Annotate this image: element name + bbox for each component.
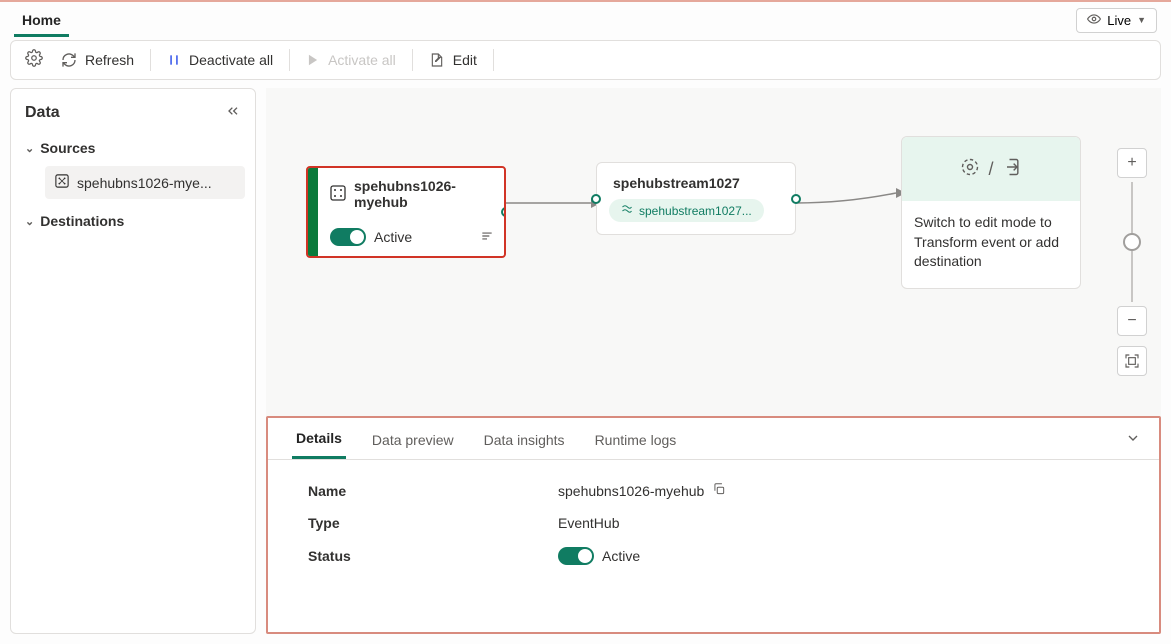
eventhub-icon — [55, 174, 69, 191]
prop-type-value: EventHub — [558, 515, 619, 531]
chevron-down-icon: ▼ — [1137, 15, 1146, 25]
refresh-icon — [61, 52, 77, 68]
collapse-panel-icon[interactable] — [1125, 430, 1141, 449]
refresh-button[interactable]: Refresh — [49, 46, 146, 74]
live-label: Live — [1107, 13, 1131, 28]
active-label: Active — [374, 229, 412, 245]
sources-section[interactable]: ⌄ Sources — [21, 132, 245, 164]
collapse-sidebar-icon[interactable] — [225, 103, 241, 122]
zoom-in-button[interactable]: + — [1117, 148, 1147, 178]
sidebar-title: Data — [25, 104, 60, 122]
destinations-label: Destinations — [40, 213, 124, 229]
graph-canvas[interactable]: spehubns1026-myehub Active — [266, 88, 1161, 634]
destinations-section[interactable]: ⌄ Destinations — [21, 205, 245, 237]
divider — [412, 49, 413, 71]
command-bar: Refresh Deactivate all Activate all Edit — [10, 40, 1161, 80]
live-dropdown[interactable]: Live ▼ — [1076, 8, 1157, 33]
refresh-label: Refresh — [85, 52, 134, 68]
zoom-controls: + − — [1117, 148, 1147, 376]
tab-data-insights[interactable]: Data insights — [480, 420, 569, 458]
tab-details[interactable]: Details — [292, 418, 346, 459]
divider — [150, 49, 151, 71]
prop-name-label: Name — [308, 483, 558, 499]
divider — [493, 49, 494, 71]
output-port[interactable] — [501, 207, 506, 217]
fit-view-button[interactable] — [1117, 346, 1147, 376]
source-node-title: spehubns1026-myehub — [354, 178, 494, 210]
source-item-label: spehubns1026-mye... — [77, 175, 212, 191]
settings-button[interactable] — [19, 45, 49, 76]
eye-icon — [1087, 12, 1101, 29]
slash: / — [988, 159, 993, 180]
stream-pill-label: spehubstream1027... — [639, 204, 752, 218]
stream-node[interactable]: spehubstream1027 spehubstream1027... — [596, 162, 796, 235]
deactivate-label: Deactivate all — [189, 52, 273, 68]
copy-icon[interactable] — [712, 482, 726, 499]
data-sidebar: Data ⌄ Sources spehubns1026-mye... ⌄ Des… — [10, 88, 256, 634]
deactivate-all-button[interactable]: Deactivate all — [155, 46, 285, 74]
prop-status-value: Active — [602, 548, 640, 564]
sources-label: Sources — [40, 140, 95, 156]
chevron-down-icon: ⌄ — [25, 142, 34, 155]
chevron-down-icon: ⌄ — [25, 215, 34, 228]
export-icon — [1002, 157, 1022, 182]
activate-all-button: Activate all — [294, 46, 408, 74]
zoom-out-button[interactable]: − — [1117, 306, 1147, 336]
node-menu-icon[interactable] — [480, 229, 494, 246]
edit-icon — [429, 52, 445, 68]
eventhub-icon — [330, 185, 346, 204]
prop-status-label: Status — [308, 548, 558, 564]
output-port[interactable] — [791, 194, 801, 204]
zoom-slider[interactable] — [1131, 182, 1133, 302]
tab-data-preview[interactable]: Data preview — [368, 420, 458, 458]
play-icon — [306, 53, 320, 67]
stream-icon — [621, 203, 633, 218]
prop-name-value: spehubns1026-myehub — [558, 483, 704, 499]
tab-home[interactable]: Home — [14, 4, 69, 37]
status-toggle[interactable] — [558, 547, 594, 565]
divider — [289, 49, 290, 71]
edit-label: Edit — [453, 52, 477, 68]
source-node[interactable]: spehubns1026-myehub Active — [306, 166, 506, 258]
active-toggle[interactable] — [330, 228, 366, 246]
stream-pill[interactable]: spehubstream1027... — [609, 199, 764, 222]
source-item[interactable]: spehubns1026-mye... — [45, 166, 245, 199]
stream-node-title: spehubstream1027 — [609, 175, 783, 191]
prop-type-label: Type — [308, 515, 558, 531]
input-port[interactable] — [591, 194, 601, 204]
details-panel: Details Data preview Data insights Runti… — [266, 416, 1161, 634]
edit-button[interactable]: Edit — [417, 46, 489, 74]
tab-runtime-logs[interactable]: Runtime logs — [591, 420, 681, 458]
activate-label: Activate all — [328, 52, 396, 68]
destination-text: Switch to edit mode to Transform event o… — [902, 201, 1080, 288]
destination-placeholder[interactable]: / Switch to edit mode to Transform event… — [901, 136, 1081, 289]
transform-icon — [960, 157, 980, 182]
pause-icon — [167, 53, 181, 67]
